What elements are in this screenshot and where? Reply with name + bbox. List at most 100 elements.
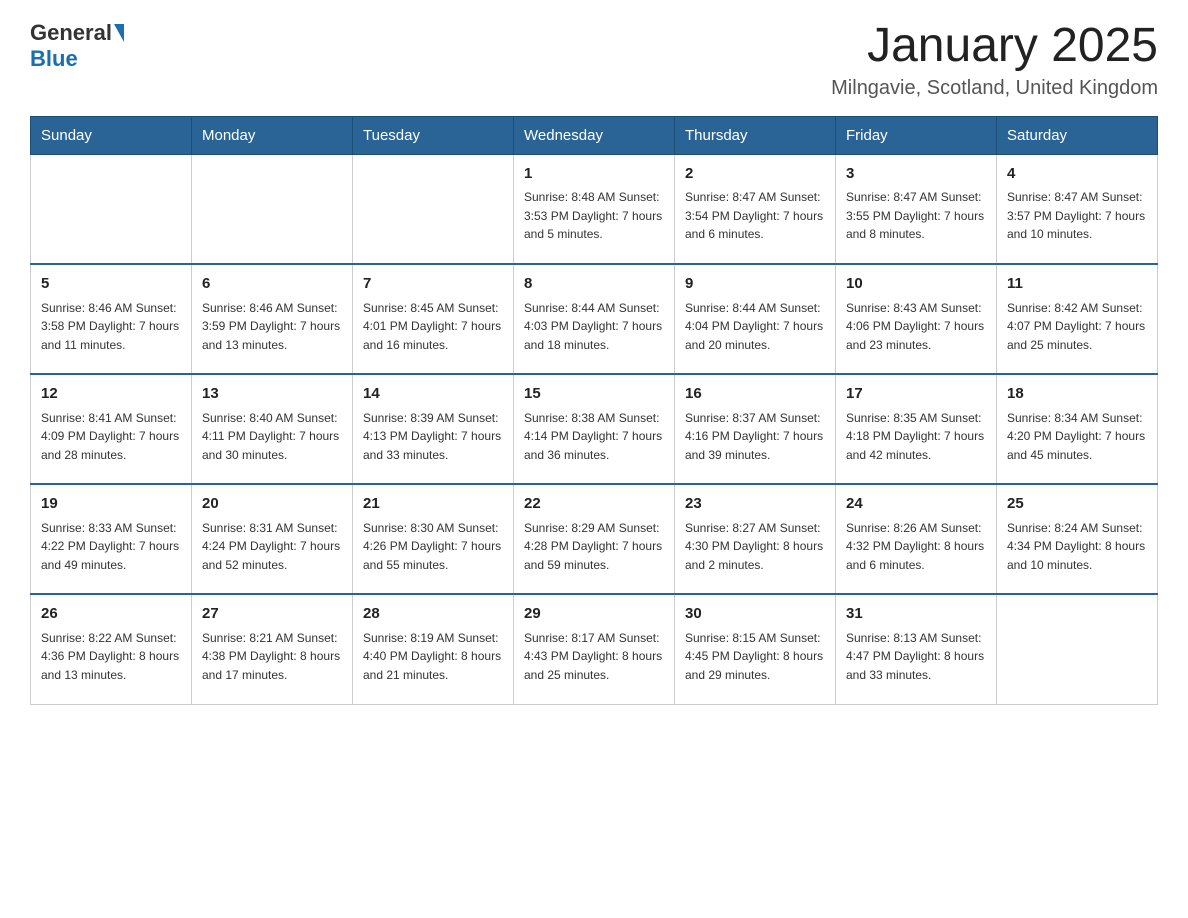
title-block: January 2025 Milngavie, Scotland, United… <box>831 20 1158 100</box>
calendar-cell: 4Sunrise: 8:47 AM Sunset: 3:57 PM Daylig… <box>997 154 1158 264</box>
calendar-week-row: 12 Sunrise: 8:41 AM Sunset: 4:09 PM Dayli… <box>31 374 1158 484</box>
day-info: Sunrise: 8:35 AM Sunset: 4:18 PM Dayligh… <box>846 409 986 465</box>
calendar-cell: 6 Sunrise: 8:46 AM Sunset: 3:59 PM Daylig… <box>192 264 353 374</box>
calendar-cell: 26Sunrise: 8:22 AM Sunset: 4:36 PM Dayli… <box>31 594 192 704</box>
day-number: 3 <box>846 163 986 186</box>
day-info: Sunrise: 8:29 AM Sunset: 4:28 PM Dayligh… <box>524 519 664 575</box>
day-info: Sunrise: 8:22 AM Sunset: 4:36 PM Dayligh… <box>41 629 181 685</box>
calendar-cell: 19Sunrise: 8:33 AM Sunset: 4:22 PM Dayli… <box>31 484 192 594</box>
calendar-cell <box>31 154 192 264</box>
day-info: Sunrise: 8:26 AM Sunset: 4:32 PM Dayligh… <box>846 519 986 575</box>
calendar-cell: 11 Sunrise: 8:42 AM Sunset: 4:07 PM Dayli… <box>997 264 1158 374</box>
calendar-cell: 20 Sunrise: 8:31 AM Sunset: 4:24 PM Dayli… <box>192 484 353 594</box>
day-number: 12 <box>41 383 181 406</box>
day-info: Sunrise: 8:19 AM Sunset: 4:40 PM Dayligh… <box>363 629 503 685</box>
logo-blue-part <box>112 24 124 42</box>
calendar-cell: 16Sunrise: 8:37 AM Sunset: 4:16 PM Dayli… <box>675 374 836 484</box>
day-info: Sunrise: 8:46 AM Sunset: 3:59 PM Dayligh… <box>202 299 342 355</box>
day-number: 11 <box>1007 273 1147 296</box>
day-info: Sunrise: 8:48 AM Sunset: 3:53 PM Dayligh… <box>524 188 664 244</box>
day-number: 9 <box>685 273 825 296</box>
day-info: Sunrise: 8:27 AM Sunset: 4:30 PM Dayligh… <box>685 519 825 575</box>
day-number: 17 <box>846 383 986 406</box>
calendar-cell: 3Sunrise: 8:47 AM Sunset: 3:55 PM Daylig… <box>836 154 997 264</box>
day-number: 22 <box>524 493 664 516</box>
day-number: 31 <box>846 603 986 626</box>
calendar-title: January 2025 <box>831 20 1158 73</box>
calendar-cell: 1Sunrise: 8:48 AM Sunset: 3:53 PM Daylig… <box>514 154 675 264</box>
weekday-header-thursday: Thursday <box>675 116 836 154</box>
day-number: 5 <box>41 273 181 296</box>
day-info: Sunrise: 8:41 AM Sunset: 4:09 PM Dayligh… <box>41 409 181 465</box>
day-info: Sunrise: 8:24 AM Sunset: 4:34 PM Dayligh… <box>1007 519 1147 575</box>
day-info: Sunrise: 8:43 AM Sunset: 4:06 PM Dayligh… <box>846 299 986 355</box>
weekday-header-tuesday: Tuesday <box>353 116 514 154</box>
day-info: Sunrise: 8:47 AM Sunset: 3:55 PM Dayligh… <box>846 188 986 244</box>
day-number: 16 <box>685 383 825 406</box>
calendar-cell: 31 Sunrise: 8:13 AM Sunset: 4:47 PM Dayli… <box>836 594 997 704</box>
day-info: Sunrise: 8:47 AM Sunset: 3:54 PM Dayligh… <box>685 188 825 244</box>
calendar-cell: 24 Sunrise: 8:26 AM Sunset: 4:32 PM Dayli… <box>836 484 997 594</box>
day-info: Sunrise: 8:13 AM Sunset: 4:47 PM Dayligh… <box>846 629 986 685</box>
calendar-cell: 8Sunrise: 8:44 AM Sunset: 4:03 PM Daylig… <box>514 264 675 374</box>
day-info: Sunrise: 8:47 AM Sunset: 3:57 PM Dayligh… <box>1007 188 1147 244</box>
calendar-cell <box>353 154 514 264</box>
page-header: General Blue January 2025 Milngavie, Sco… <box>30 20 1158 100</box>
day-info: Sunrise: 8:31 AM Sunset: 4:24 PM Dayligh… <box>202 519 342 575</box>
calendar-cell: 15 Sunrise: 8:38 AM Sunset: 4:14 PM Dayli… <box>514 374 675 484</box>
calendar-cell: 18 Sunrise: 8:34 AM Sunset: 4:20 PM Dayli… <box>997 374 1158 484</box>
logo: General Blue <box>30 20 124 72</box>
day-info: Sunrise: 8:34 AM Sunset: 4:20 PM Dayligh… <box>1007 409 1147 465</box>
calendar-cell: 17 Sunrise: 8:35 AM Sunset: 4:18 PM Dayli… <box>836 374 997 484</box>
day-info: Sunrise: 8:42 AM Sunset: 4:07 PM Dayligh… <box>1007 299 1147 355</box>
day-number: 27 <box>202 603 342 626</box>
calendar-cell: 30 Sunrise: 8:15 AM Sunset: 4:45 PM Dayli… <box>675 594 836 704</box>
calendar-cell: 21 Sunrise: 8:30 AM Sunset: 4:26 PM Dayli… <box>353 484 514 594</box>
calendar-table: SundayMondayTuesdayWednesdayThursdayFrid… <box>30 116 1158 705</box>
calendar-cell: 7Sunrise: 8:45 AM Sunset: 4:01 PM Daylig… <box>353 264 514 374</box>
day-number: 24 <box>846 493 986 516</box>
day-info: Sunrise: 8:21 AM Sunset: 4:38 PM Dayligh… <box>202 629 342 685</box>
day-info: Sunrise: 8:44 AM Sunset: 4:03 PM Dayligh… <box>524 299 664 355</box>
weekday-header-friday: Friday <box>836 116 997 154</box>
calendar-cell: 27 Sunrise: 8:21 AM Sunset: 4:38 PM Dayli… <box>192 594 353 704</box>
day-number: 29 <box>524 603 664 626</box>
calendar-week-row: 19Sunrise: 8:33 AM Sunset: 4:22 PM Dayli… <box>31 484 1158 594</box>
calendar-cell: 14 Sunrise: 8:39 AM Sunset: 4:13 PM Dayli… <box>353 374 514 484</box>
calendar-cell: 12 Sunrise: 8:41 AM Sunset: 4:09 PM Dayli… <box>31 374 192 484</box>
calendar-week-row: 5 Sunrise: 8:46 AM Sunset: 3:58 PM Daylig… <box>31 264 1158 374</box>
day-number: 14 <box>363 383 503 406</box>
day-number: 19 <box>41 493 181 516</box>
day-info: Sunrise: 8:46 AM Sunset: 3:58 PM Dayligh… <box>41 299 181 355</box>
calendar-cell: 22 Sunrise: 8:29 AM Sunset: 4:28 PM Dayli… <box>514 484 675 594</box>
day-number: 6 <box>202 273 342 296</box>
day-info: Sunrise: 8:40 AM Sunset: 4:11 PM Dayligh… <box>202 409 342 465</box>
calendar-cell: 10Sunrise: 8:43 AM Sunset: 4:06 PM Dayli… <box>836 264 997 374</box>
weekday-header-row: SundayMondayTuesdayWednesdayThursdayFrid… <box>31 116 1158 154</box>
calendar-cell: 2Sunrise: 8:47 AM Sunset: 3:54 PM Daylig… <box>675 154 836 264</box>
day-number: 1 <box>524 163 664 186</box>
calendar-cell: 28 Sunrise: 8:19 AM Sunset: 4:40 PM Dayli… <box>353 594 514 704</box>
logo-general-text: General <box>30 20 112 46</box>
day-number: 20 <box>202 493 342 516</box>
day-info: Sunrise: 8:30 AM Sunset: 4:26 PM Dayligh… <box>363 519 503 575</box>
calendar-cell: 25Sunrise: 8:24 AM Sunset: 4:34 PM Dayli… <box>997 484 1158 594</box>
day-number: 21 <box>363 493 503 516</box>
calendar-cell: 29Sunrise: 8:17 AM Sunset: 4:43 PM Dayli… <box>514 594 675 704</box>
calendar-subtitle: Milngavie, Scotland, United Kingdom <box>831 77 1158 100</box>
day-info: Sunrise: 8:15 AM Sunset: 4:45 PM Dayligh… <box>685 629 825 685</box>
day-number: 23 <box>685 493 825 516</box>
day-number: 28 <box>363 603 503 626</box>
day-info: Sunrise: 8:38 AM Sunset: 4:14 PM Dayligh… <box>524 409 664 465</box>
weekday-header-saturday: Saturday <box>997 116 1158 154</box>
day-number: 18 <box>1007 383 1147 406</box>
day-number: 15 <box>524 383 664 406</box>
weekday-header-wednesday: Wednesday <box>514 116 675 154</box>
day-info: Sunrise: 8:44 AM Sunset: 4:04 PM Dayligh… <box>685 299 825 355</box>
weekday-header-sunday: Sunday <box>31 116 192 154</box>
calendar-cell: 9 Sunrise: 8:44 AM Sunset: 4:04 PM Daylig… <box>675 264 836 374</box>
logo-blue-text: Blue <box>30 46 78 72</box>
day-number: 30 <box>685 603 825 626</box>
day-info: Sunrise: 8:39 AM Sunset: 4:13 PM Dayligh… <box>363 409 503 465</box>
calendar-cell: 23 Sunrise: 8:27 AM Sunset: 4:30 PM Dayli… <box>675 484 836 594</box>
